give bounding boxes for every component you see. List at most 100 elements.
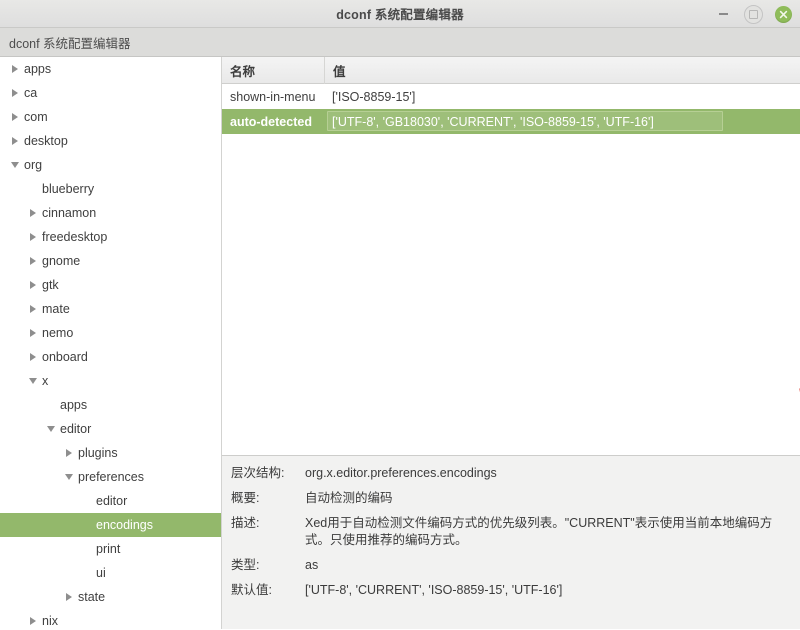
table-row[interactable]: shown-in-menu['ISO-8859-15'] (222, 84, 800, 109)
tree-indent (0, 321, 26, 345)
detail-key: 概要: (231, 490, 305, 507)
detail-row: 层次结构:org.x.editor.preferences.encodings (231, 465, 800, 482)
chevron-right-icon[interactable] (62, 585, 76, 609)
chevron-right-icon[interactable] (26, 273, 40, 297)
titlebar: dconf 系统配置编辑器 (0, 0, 800, 28)
detail-key: 层次结构: (231, 465, 305, 482)
detail-value: 自动检测的编码 (305, 490, 800, 507)
sidebar-item-gnome[interactable]: gnome (0, 249, 221, 273)
sidebar-item-nemo[interactable]: nemo (0, 321, 221, 345)
detail-row: 描述:Xed用于自动检测文件编码方式的优先级列表。"CURRENT"表示使用当前… (231, 515, 800, 549)
sidebar-item-ca[interactable]: ca (0, 81, 221, 105)
sidebar-item-freedesktop[interactable]: freedesktop (0, 225, 221, 249)
chevron-right-icon[interactable] (8, 105, 22, 129)
close-icon[interactable] (775, 6, 792, 23)
sidebar-item-label: apps (58, 398, 87, 412)
tree-indent (0, 177, 26, 201)
sidebar-item-apps[interactable]: apps (0, 57, 221, 81)
sidebar-item-ui[interactable]: ui (0, 561, 221, 585)
chevron-down-icon[interactable] (44, 417, 58, 441)
tree-indent (0, 345, 26, 369)
chevron-right-icon[interactable] (26, 321, 40, 345)
sidebar-item-blueberry[interactable]: blueberry (0, 177, 221, 201)
key-table-body: shown-in-menu['ISO-8859-15']auto-detecte… (222, 84, 800, 455)
sidebar-item-cinnamon[interactable]: cinnamon (0, 201, 221, 225)
chevron-right-icon[interactable] (8, 57, 22, 81)
sidebar-item-state[interactable]: state (0, 585, 221, 609)
tree-arrow-placeholder (80, 513, 94, 537)
chevron-right-icon[interactable] (62, 441, 76, 465)
tree-indent (0, 465, 62, 489)
key-name-cell: auto-detected (222, 115, 325, 129)
sidebar-item-label: blueberry (40, 182, 94, 196)
detail-value: as (305, 557, 800, 574)
sidebar-item-label: editor (58, 422, 91, 436)
sidebar-item-apps[interactable]: apps (0, 393, 221, 417)
chevron-right-icon[interactable] (8, 81, 22, 105)
settings-tree-sidebar[interactable]: apps cacom desktop org blueberry cinnamonfree… (0, 57, 222, 629)
tree-arrow-placeholder (26, 177, 40, 201)
chevron-down-icon[interactable] (26, 369, 40, 393)
key-details-panel: 层次结构:org.x.editor.preferences.encodings 概… (222, 455, 800, 629)
tree-arrow-placeholder (80, 561, 94, 585)
chevron-right-icon[interactable] (26, 345, 40, 369)
key-value-cell[interactable]: ['UTF-8', 'GB18030', 'CURRENT', 'ISO-885… (325, 109, 800, 134)
tree-indent (0, 513, 80, 537)
chevron-right-icon[interactable] (26, 225, 40, 249)
chevron-down-icon[interactable] (62, 465, 76, 489)
sidebar-item-onboard[interactable]: onboard (0, 345, 221, 369)
chevron-right-icon[interactable] (26, 297, 40, 321)
sidebar-item-encodings[interactable]: encodings (0, 513, 221, 537)
table-row[interactable]: auto-detected['UTF-8', 'GB18030', 'CURRE… (222, 109, 800, 134)
key-list-pane: 名称 值 shown-in-menu['ISO-8859-15']auto-de… (222, 57, 800, 629)
sidebar-item-label: encodings (94, 518, 153, 532)
sidebar-item-label: x (40, 374, 48, 388)
detail-key: 默认值: (231, 582, 305, 599)
tree-indent (0, 153, 8, 177)
key-value-text: ['UTF-8', 'GB18030', 'CURRENT', 'ISO-885… (326, 115, 654, 129)
sidebar-item-label: desktop (22, 134, 68, 148)
chevron-down-icon[interactable] (8, 153, 22, 177)
sidebar-item-com[interactable]: com (0, 105, 221, 129)
sidebar-item-print[interactable]: print (0, 537, 221, 561)
chevron-right-icon[interactable] (26, 249, 40, 273)
sidebar-item-nix[interactable]: nix (0, 609, 221, 629)
sidebar-item-desktop[interactable]: desktop (0, 129, 221, 153)
sidebar-item-label: apps (22, 62, 51, 76)
sidebar-item-gtk[interactable]: gtk (0, 273, 221, 297)
chevron-right-icon[interactable] (8, 129, 22, 153)
detail-value: Xed用于自动检测文件编码方式的优先级列表。"CURRENT"表示使用当前本地编… (305, 515, 800, 549)
sidebar-item-editor[interactable]: editor (0, 417, 221, 441)
sidebar-item-preferences[interactable]: preferences (0, 465, 221, 489)
sidebar-item-org[interactable]: org (0, 153, 221, 177)
sidebar-item-mate[interactable]: mate (0, 297, 221, 321)
sidebar-item-label: state (76, 590, 105, 604)
detail-key: 描述: (231, 515, 305, 549)
app-header-bar: dconf 系统配置编辑器 (0, 28, 800, 57)
tree-arrow-placeholder (44, 393, 58, 417)
tree-indent (0, 561, 80, 585)
tree-indent (0, 537, 80, 561)
tree-indent (0, 81, 8, 105)
sidebar-item-label: mate (40, 302, 70, 316)
maximize-icon[interactable] (744, 5, 763, 24)
sidebar-item-editor[interactable]: editor (0, 489, 221, 513)
chevron-right-icon[interactable] (26, 201, 40, 225)
tree-indent (0, 129, 8, 153)
column-header-value[interactable]: 值 (325, 57, 800, 84)
chevron-right-icon[interactable] (26, 609, 40, 629)
key-value-cell[interactable]: ['ISO-8859-15'] (325, 84, 800, 109)
tree-indent (0, 297, 26, 321)
sidebar-item-label: ui (94, 566, 106, 580)
sidebar-item-plugins[interactable]: plugins (0, 441, 221, 465)
dconf-editor-window: dconf 系统配置编辑器 dconf 系统配置编辑器 apps cacom des… (0, 0, 800, 630)
tree-arrow-placeholder (80, 489, 94, 513)
tree-indent (0, 441, 62, 465)
detail-key: 类型: (231, 557, 305, 574)
sidebar-item-label: plugins (76, 446, 118, 460)
window-controls (715, 0, 792, 28)
column-header-name[interactable]: 名称 (222, 57, 325, 84)
sidebar-item-x[interactable]: x (0, 369, 221, 393)
tree-indent (0, 369, 26, 393)
minimize-icon[interactable] (715, 6, 732, 23)
